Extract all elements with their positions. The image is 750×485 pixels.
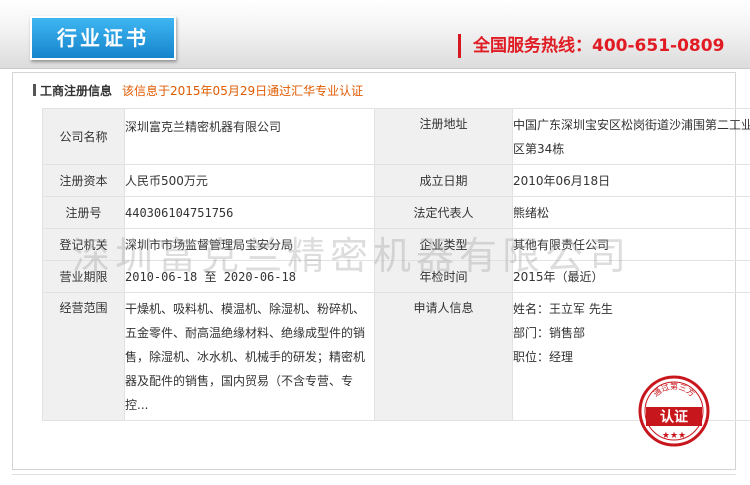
section-marker-icon <box>33 84 36 96</box>
company-name-label: 公司名称 <box>42 108 125 165</box>
applicant-department: 部门：销售部 <box>513 326 586 340</box>
inspection-value: 2015年（最近） <box>512 260 750 293</box>
section-header: 工商注册信息 该信息于2015年05月29日通过汇华专业认证 <box>33 83 363 99</box>
divider <box>12 474 736 475</box>
table-row: 登记机关 深圳市市场监督管理局宝安分局 企业类型 其他有限责任公司 <box>42 228 750 261</box>
certification-note: 该信息于2015年05月29日通过汇华专业认证 <box>122 84 364 98</box>
legal-rep-label: 法定代表人 <box>374 196 513 229</box>
business-scope-value: 干燥机、吸料机、模温机、除湿机、粉碎机、五金零件、耐高温绝缘材料、绝缘成型件的销… <box>125 302 366 412</box>
tab-industry-certificate[interactable]: 行业证书 <box>30 16 176 60</box>
term-value: 2010-06-18 至 2020-06-18 <box>124 260 375 293</box>
company-type-label: 企业类型 <box>374 228 513 261</box>
reg-no-label: 注册号 <box>42 196 125 229</box>
table-row: 公司名称 深圳富克兰精密机器有限公司 注册地址 中国广东深圳宝安区松岗街道沙浦围… <box>42 108 750 165</box>
founded-value: 2010年06月18日 <box>512 164 750 197</box>
reg-capital-value: 人民币500万元 <box>124 164 375 197</box>
table-row: 注册号 440306104751756 法定代表人 熊绪松 <box>42 196 750 229</box>
reg-capital-label: 注册资本 <box>42 164 125 197</box>
inspection-label: 年检时间 <box>374 260 513 293</box>
term-label: 营业期限 <box>42 260 125 293</box>
applicant-label: 申请人信息 <box>374 292 513 421</box>
company-type-value: 其他有限责任公司 <box>512 228 750 261</box>
stamp-main-text: 认证 <box>660 409 688 426</box>
company-name-value: 深圳富克兰精密机器有限公司 <box>124 108 375 165</box>
reg-address-label: 注册地址 <box>374 108 513 165</box>
applicant-name: 姓名：王立军 先生 <box>513 302 613 316</box>
header-bar: 行业证书 全国服务热线：400-651-0809 <box>0 0 750 69</box>
reg-address-value: 中国广东深圳宝安区松岗街道沙浦围第二工业区第34栋 <box>512 108 750 165</box>
stamp-stars: ★★★ <box>662 431 686 441</box>
scope-label: 经营范围 <box>42 292 125 421</box>
service-hotline: 全国服务热线：400-651-0809 <box>458 34 724 58</box>
table-row: 注册资本 人民币500万元 成立日期 2010年06月18日 <box>42 164 750 197</box>
table-row: 营业期限 2010-06-18 至 2020-06-18 年检时间 2015年（… <box>42 260 750 293</box>
reg-no-value: 440306104751756 <box>124 196 375 229</box>
legal-rep-value: 熊绪松 <box>512 196 750 229</box>
authority-label: 登记机关 <box>42 228 125 261</box>
applicant-position: 职位：经理 <box>513 350 574 364</box>
authority-value: 深圳市市场监督管理局宝安分局 <box>124 228 375 261</box>
section-title: 工商注册信息 <box>40 84 113 98</box>
applicant-info: 姓名：王立军 先生 部门：销售部 职位：经理 <box>512 292 750 421</box>
third-party-certification-stamp: 通过第三方 认证 ★★★ <box>638 375 710 447</box>
stamp-top-text: 通过第三方 <box>651 381 697 398</box>
founded-label: 成立日期 <box>374 164 513 197</box>
